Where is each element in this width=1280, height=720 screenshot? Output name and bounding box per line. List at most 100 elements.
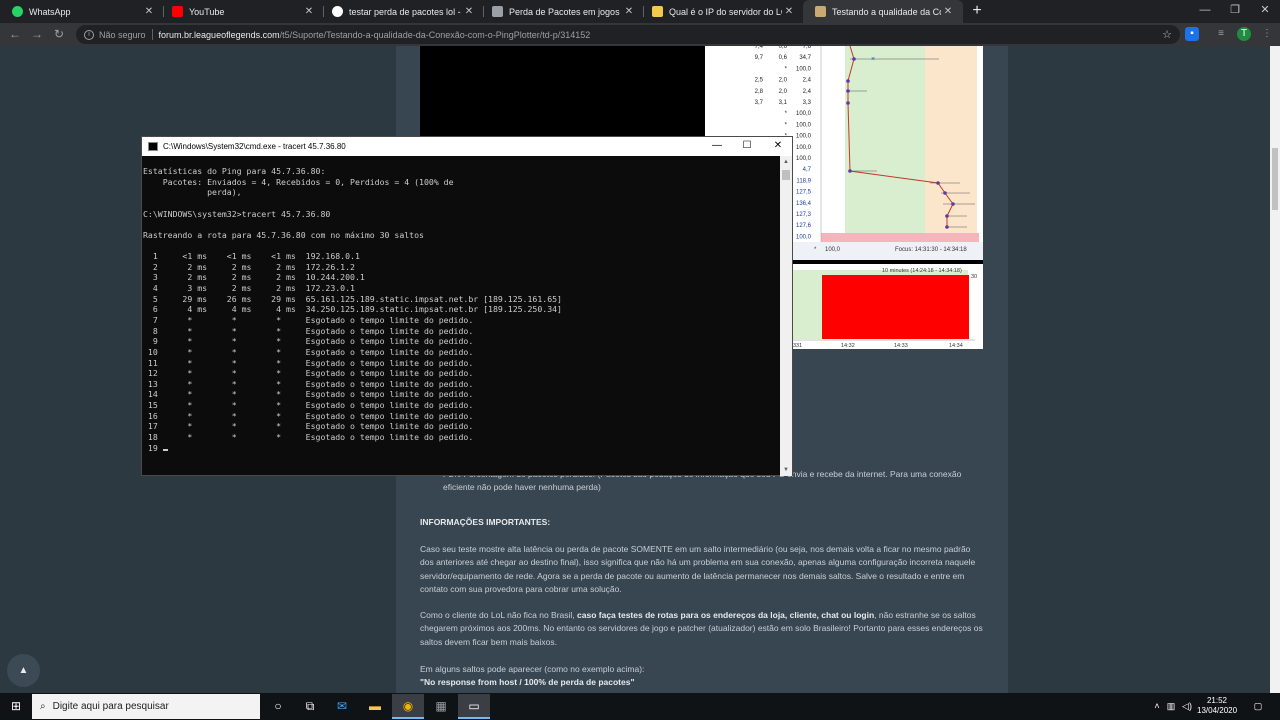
close-icon[interactable]: ✕ (302, 6, 316, 17)
close-icon[interactable]: ✕ (462, 6, 476, 17)
volume-icon[interactable]: ◁) (1180, 693, 1194, 720)
cmd-title-bar[interactable]: C:\Windows\System32\cmd.exe - tracert 45… (142, 137, 792, 156)
whatsapp-icon (12, 6, 23, 17)
tab-whatsapp[interactable]: WhatsApp ✕ (0, 0, 164, 23)
cmd-line: 16 * * * Esgotado o tempo limite do pedi… (143, 410, 474, 421)
taskbar-clock[interactable]: 21:52 13/04/2020 (1197, 696, 1237, 716)
pp-cell: 127,6 (796, 223, 812, 229)
task-view-icon[interactable]: ⧉ (294, 694, 326, 719)
youtube-icon (172, 6, 183, 17)
cmd-scrollbar[interactable]: ▲ ▼ (780, 156, 792, 476)
close-icon[interactable]: ✕ (142, 6, 156, 17)
info-icon[interactable]: i (84, 29, 94, 40)
close-window-button[interactable]: ✕ (763, 137, 793, 156)
search-icon: ⌕ (40, 701, 46, 712)
chrome-icon[interactable]: ◉ (392, 694, 424, 719)
tab-title: WhatsApp (29, 6, 71, 17)
security-label: Não seguro (99, 29, 146, 40)
windows-taskbar: ⊞ ⌕ Digite aqui para pesquisar ○ ⧉ ✉ ▬ ◉… (0, 693, 1280, 720)
cmd-line: Estatísticas do Ping para 45.7.36.80: (143, 166, 326, 176)
tab-youtube[interactable]: YouTube ✕ (160, 0, 324, 23)
cmd-output[interactable]: Estatísticas do Ping para 45.7.36.80: Pa… (142, 156, 780, 476)
taskbar-search-box[interactable]: ⌕ Digite aqui para pesquisar (32, 694, 260, 719)
text-span: Como o cliente do LoL não fica no Brasil… (420, 610, 578, 620)
reload-button[interactable]: ↻ (50, 25, 68, 43)
cortana-icon[interactable]: ○ (262, 694, 294, 719)
cmd-line: 15 * * * Esgotado o tempo limite do pedi… (143, 400, 474, 411)
app-icon[interactable]: ▦ (425, 694, 457, 719)
cmd-window[interactable]: C:\Windows\System32\cmd.exe - tracert 45… (141, 136, 793, 476)
tab-ip-servidor[interactable]: Qual é o IP do servidor do LOL p ✕ (640, 0, 804, 23)
tab-title: YouTube (189, 6, 225, 17)
reading-list-icon[interactable]: ≡ (1214, 27, 1228, 41)
notifications-icon[interactable]: ▢ (1250, 693, 1266, 720)
address-bar[interactable]: i Não seguro forum.br.leagueoflegends.co… (76, 25, 1180, 44)
tab-title: Perda de Pacotes em jogos e site (509, 6, 622, 17)
pp-cell: 3,3 (803, 100, 812, 106)
cmd-line: 7 * * * Esgotado o tempo limite do pedid… (143, 314, 474, 325)
pp-cell: 100,0 (796, 156, 812, 162)
tab-title: Qual é o IP do servidor do LOL p (669, 6, 782, 17)
close-icon[interactable]: ✕ (941, 6, 955, 17)
pp-cell: 3,1 (779, 100, 788, 106)
url-path: /t5/Suporte/Testando-a-qualidade-da-Cone… (279, 29, 591, 40)
bookmark-icon (652, 6, 663, 17)
tab-title: Testando a qualidade da Conexã (832, 6, 941, 17)
cmd-line: 18 * * * Esgotado o tempo limite do pedi… (143, 432, 474, 443)
article-quote: "No response from host / 100% de perda d… (420, 677, 635, 687)
minimize-button[interactable]: — (702, 137, 732, 156)
search-placeholder: Digite aqui para pesquisar (52, 701, 169, 712)
article-paragraph: Como o cliente do LoL não fica no Brasil… (420, 609, 986, 649)
back-button[interactable]: ← (6, 25, 24, 43)
pp-tick: 14:33 (894, 343, 908, 349)
scrollbar-thumb[interactable] (1272, 148, 1278, 210)
close-icon[interactable]: ✕ (622, 6, 636, 17)
lol-icon (815, 6, 826, 17)
clock-date: 13/04/2020 (1197, 706, 1238, 715)
page-scrollbar[interactable] (1270, 46, 1280, 693)
tab-testando-conexao[interactable]: Testando a qualidade da Conexã ✕ (803, 0, 963, 23)
pp-cell: 2,4 (803, 78, 812, 84)
cmd-line: Pacotes: Enviados = 4, Recebidos = 0, Pe… (143, 176, 454, 187)
pp-cell: 34,7 (799, 55, 811, 61)
network-icon[interactable]: ▥ (1164, 693, 1178, 720)
scrollbar-thumb[interactable] (782, 170, 790, 180)
menu-icon[interactable]: ⋮ (1260, 27, 1274, 41)
profile-avatar[interactable]: T (1237, 27, 1251, 41)
scroll-up-icon[interactable]: ▲ (780, 156, 792, 168)
cmd-line: 2 2 ms 2 ms 2 ms 172.26.1.2 (143, 261, 355, 272)
tab-perda-pacotes[interactable]: Perda de Pacotes em jogos e site ✕ (480, 0, 644, 23)
cmd-taskbar-icon[interactable]: ▭ (458, 694, 490, 719)
cmd-line: 6 4 ms 4 ms 4 ms 34.250.125.189.static.i… (143, 304, 562, 315)
cmd-line: 13 * * * Esgotado o tempo limite do pedi… (143, 378, 474, 389)
new-tab-button[interactable]: + (968, 2, 986, 20)
scroll-to-top-button[interactable]: ▲ (7, 654, 40, 687)
pp-cell: 2,0 (779, 78, 788, 84)
scroll-down-icon[interactable]: ▼ (780, 464, 792, 476)
tray-chevron-icon[interactable]: ˄ (1150, 693, 1164, 720)
minimize-button[interactable]: — (1190, 0, 1220, 23)
article-paragraph: Caso seu teste mostre alta latência ou p… (420, 544, 976, 594)
pp-tick: 14:34 (949, 343, 963, 349)
windows-start-icon[interactable]: ⊞ (0, 693, 32, 720)
forward-button[interactable]: → (28, 25, 46, 43)
pp-cell: 2,8 (755, 89, 764, 95)
close-icon[interactable]: ✕ (782, 6, 796, 17)
bookmark-star-icon[interactable]: ☆ (1162, 28, 1172, 41)
file-explorer-icon[interactable]: ▬ (359, 694, 391, 719)
browser-toolbar: ← → ↻ i Não seguro forum.br.leagueoflege… (0, 23, 1280, 46)
mail-icon[interactable]: ✉ (326, 694, 358, 719)
cmd-line: 5 29 ms 26 ms 29 ms 65.161.125.189.stati… (143, 293, 562, 304)
pp-footer-loss: 100,0 (825, 247, 841, 253)
close-window-button[interactable]: ✕ (1250, 0, 1280, 23)
cmd-line: 12 * * * Esgotado o tempo limite do pedi… (143, 368, 474, 379)
pp-cell: 2,5 (755, 78, 764, 84)
pp-timeline-max: 30 (971, 274, 977, 280)
url-host: forum.br.leagueoflegends.com (158, 29, 280, 40)
restore-button[interactable]: ❐ (1220, 0, 1250, 23)
svg-text:×: × (871, 56, 875, 63)
extension-icon[interactable]: ▪ (1185, 27, 1199, 41)
tab-google-search[interactable]: testar perda de pacotes lol - Pes ✕ (320, 0, 484, 23)
maximize-button[interactable]: ☐ (732, 137, 762, 156)
pp-cell: 100,0 (796, 234, 812, 240)
